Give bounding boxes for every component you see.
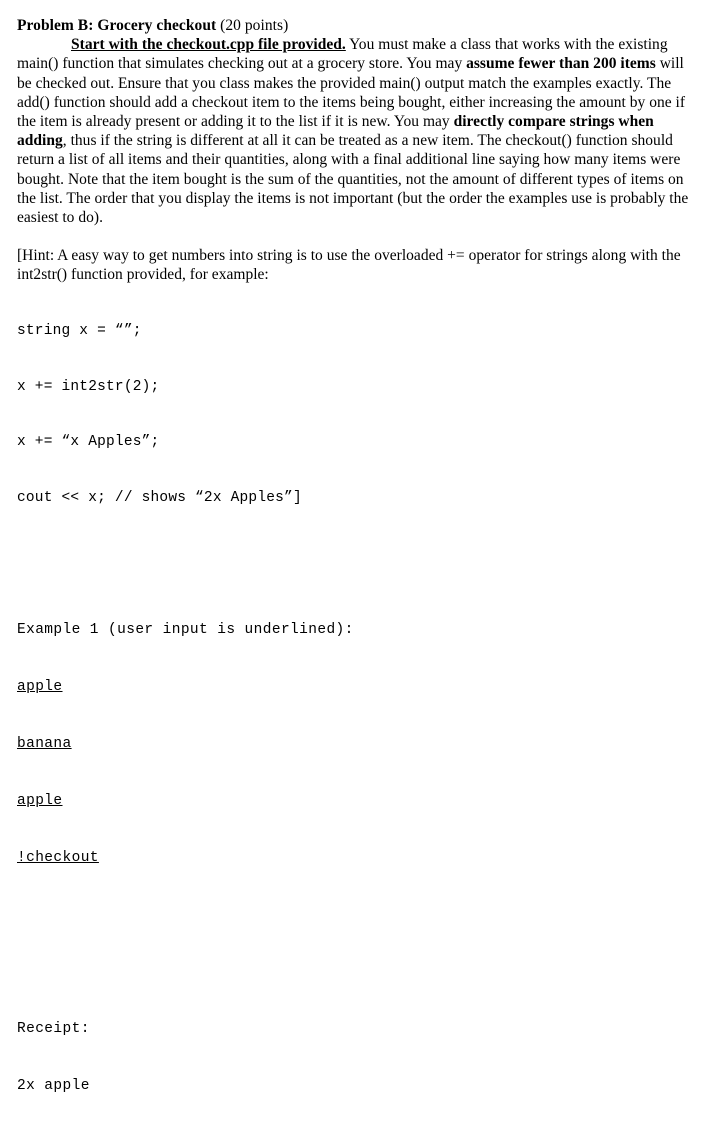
example-output-line: Receipt: (17, 1020, 90, 1037)
example-output-line: 2x apple (17, 1077, 90, 1094)
example-input-line: apple (17, 792, 692, 811)
example-header: Example 1 (user input is underlined): (17, 621, 354, 638)
problem-heading: Problem B: Grocery checkout (20 points) (17, 16, 692, 35)
code-line: x += “x Apples”; (17, 434, 160, 451)
user-input-text: banana (17, 735, 72, 752)
code-example-spacer (17, 545, 692, 583)
example-blank-line (17, 963, 692, 982)
description-segment-3: , thus if the string is different at all… (17, 132, 689, 227)
example-input-line: banana (17, 735, 692, 754)
user-input-text: apple (17, 792, 63, 809)
problem-title: Problem B: Grocery checkout (17, 17, 217, 34)
paragraph-spacer-1 (17, 227, 692, 246)
user-input-text: apple (17, 678, 63, 695)
example-input-line: !checkout (17, 849, 692, 868)
code-line: string x = “”; (17, 322, 142, 339)
example-input-line: apple (17, 678, 692, 697)
user-input-text: !checkout (17, 849, 99, 866)
example-blank-line (17, 906, 692, 925)
item-limit-emphasis: assume fewer than 200 items (466, 55, 656, 73)
hint-code-block: string x = “”; x += int2str(2); x += “x … (17, 285, 692, 545)
document-page: Problem B: Grocery checkout (20 points) … (0, 0, 714, 1094)
example-block: Example 1 (user input is underlined): ap… (17, 583, 692, 1134)
hint-paragraph: [Hint: A easy way to get numbers into st… (17, 247, 681, 284)
problem-points: (20 points) (216, 17, 289, 34)
problem-description-paragraph: Start with the checkout.cpp file provide… (17, 35, 692, 227)
code-line: x += int2str(2); (17, 378, 160, 395)
start-instruction-emphasis: Start with the checkout.cpp file provide… (71, 36, 346, 54)
code-line: cout << x; // shows “2x Apples”] (17, 490, 302, 507)
